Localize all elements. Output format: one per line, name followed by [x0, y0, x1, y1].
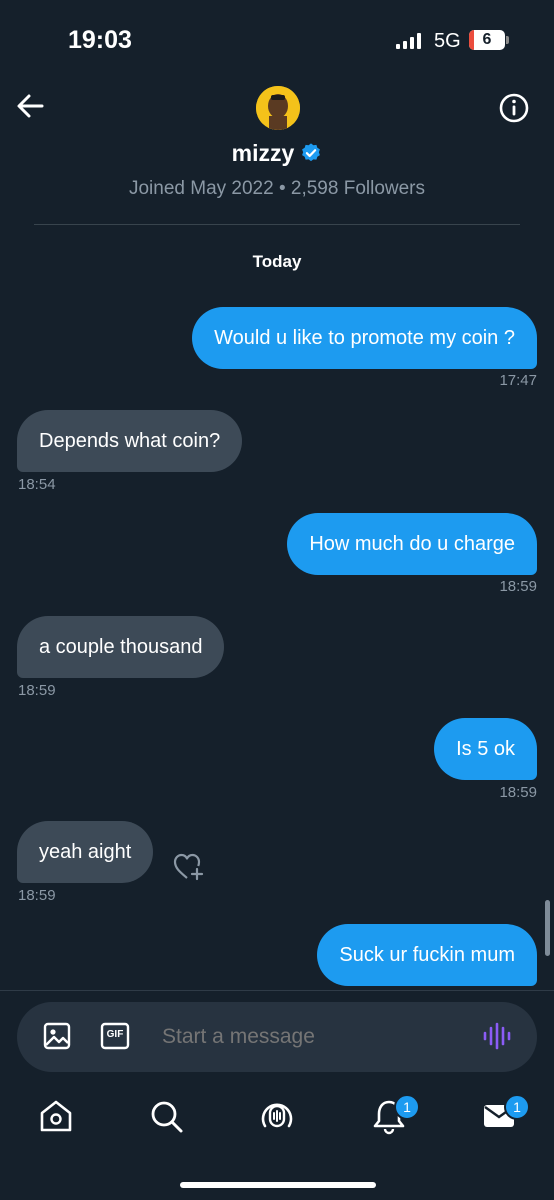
message-bubble-outgoing[interactable]: Would u like to promote my coin ?: [192, 307, 537, 369]
status-time: 19:03: [68, 26, 132, 54]
avatar[interactable]: [256, 86, 300, 130]
battery-low-fill: [469, 30, 474, 50]
message-timestamp: 18:59: [18, 887, 56, 904]
composer-divider: [0, 990, 554, 991]
network-label: 5G: [434, 30, 461, 52]
conversation-name[interactable]: mizzy: [0, 140, 554, 167]
message-input[interactable]: [162, 1024, 462, 1050]
message-bubble-outgoing[interactable]: How much do u charge: [287, 513, 537, 575]
message-bubble-incoming[interactable]: Depends what coin?: [17, 410, 243, 472]
message-bubble-incoming[interactable]: a couple thousand: [17, 616, 225, 678]
battery-indicator: 6: [469, 30, 505, 50]
signal-icon: [396, 33, 421, 49]
back-arrow-icon[interactable]: [14, 90, 46, 122]
user-name: mizzy: [231, 140, 295, 166]
message-timestamp: 18:59: [499, 784, 537, 801]
message-bubble-incoming[interactable]: yeah aight: [17, 821, 154, 883]
profile-info: Joined May 2022 • 2,598 Followers: [128, 178, 426, 199]
date-divider: Today: [252, 252, 302, 271]
info-icon[interactable]: [498, 92, 530, 124]
message-bubble-outgoing[interactable]: Suck ur fuckin mum: [317, 924, 537, 986]
scrollbar[interactable]: [545, 900, 550, 956]
gif-label: GIF: [106, 1029, 124, 1040]
notifications-badge: 1: [394, 1094, 420, 1120]
message-timestamp: 18:59: [18, 682, 56, 699]
message-timestamp: 17:47: [499, 372, 537, 389]
message-bubble-outgoing[interactable]: Is 5 ok: [434, 718, 537, 780]
messages-badge: 1: [504, 1094, 530, 1120]
spaces-icon[interactable]: [257, 1096, 297, 1136]
verified-badge-icon: [302, 143, 321, 162]
message-timestamp: 18:59: [499, 578, 537, 595]
battery-terminal: [506, 36, 509, 44]
gif-button[interactable]: GIF: [100, 1022, 130, 1050]
add-reaction-icon[interactable]: [172, 851, 206, 883]
search-icon[interactable]: [146, 1096, 186, 1136]
image-icon[interactable]: [42, 1021, 72, 1051]
home-indicator[interactable]: [180, 1182, 376, 1188]
header-divider: [34, 224, 520, 225]
message-timestamp: 18:54: [18, 476, 56, 493]
home-icon[interactable]: [36, 1096, 76, 1136]
voice-message-icon[interactable]: [482, 1020, 512, 1052]
